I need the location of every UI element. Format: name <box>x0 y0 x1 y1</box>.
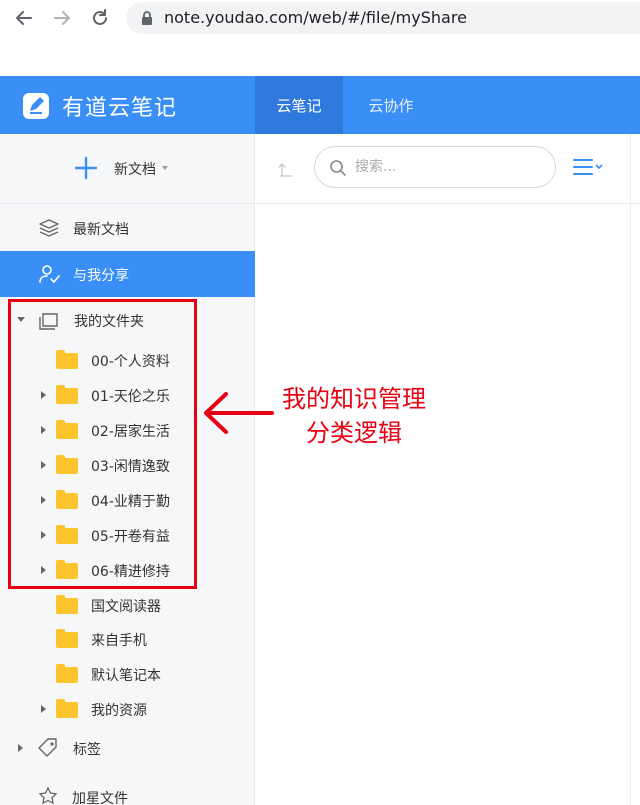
star-icon <box>38 786 58 805</box>
content-divider <box>630 134 631 805</box>
back-button[interactable] <box>10 4 38 32</box>
folder-label: 来自手机 <box>91 633 147 649</box>
annotation-line-2: 分类逻辑 <box>306 419 402 447</box>
search-input[interactable] <box>355 157 535 177</box>
folder-icon <box>56 664 78 683</box>
search-box[interactable] <box>314 146 556 188</box>
forward-button[interactable] <box>48 4 76 32</box>
annotation-arrow-icon <box>204 392 274 434</box>
tags-row[interactable]: 标签 <box>0 731 255 765</box>
starred-row[interactable]: 加星文件 <box>0 778 255 805</box>
plus-icon <box>74 156 98 180</box>
tags-label: 标签 <box>73 742 101 758</box>
folder-icon <box>56 595 78 614</box>
url-text: note.youdao.com/web/#/file/myShare <box>164 8 467 27</box>
search-icon <box>330 160 346 176</box>
upload-level-icon[interactable] <box>276 156 296 178</box>
sidebar-item-label: 与我分享 <box>73 268 129 284</box>
folder-icon <box>56 629 78 648</box>
folder-label: 默认笔记本 <box>91 668 161 684</box>
lock-icon <box>142 11 152 25</box>
annotation-line-1: 我的知识管理 <box>282 385 426 413</box>
folder-label: 国文阅读器 <box>91 599 161 615</box>
tag-icon <box>38 738 57 757</box>
folder-row[interactable]: 国文阅读器 <box>0 588 255 622</box>
chevron-right-icon[interactable] <box>41 705 46 713</box>
new-doc-label: 新文档 <box>114 162 156 178</box>
shared-user-icon <box>39 265 60 284</box>
starred-label: 加星文件 <box>72 791 128 805</box>
sidebar-item-shared[interactable]: 与我分享 <box>0 251 255 297</box>
app-title: 有道云笔记 <box>62 96 178 121</box>
folder-row[interactable]: 来自手机 <box>0 622 255 656</box>
new-doc-button[interactable]: 新文档 <box>0 134 255 204</box>
address-bar[interactable]: note.youdao.com/web/#/file/myShare <box>126 2 640 34</box>
arrow-right-icon <box>54 11 70 25</box>
layers-icon <box>39 219 59 237</box>
annotation-highlight-box <box>8 299 197 589</box>
reload-button[interactable] <box>86 4 114 32</box>
list-view-icon[interactable] <box>572 158 604 176</box>
note-logo-icon <box>23 93 49 119</box>
app-header: 有道云笔记 云笔记 云协作 <box>0 76 640 134</box>
tab-cloud-notes[interactable]: 云笔记 <box>255 76 343 134</box>
sidebar-item-recent[interactable]: 最新文档 <box>0 205 255 251</box>
folder-icon <box>56 699 78 718</box>
chevron-down-icon <box>162 166 168 170</box>
annotation-text: 我的知识管理 分类逻辑 <box>282 382 426 450</box>
folder-row[interactable]: 默认笔记本 <box>0 657 255 691</box>
arrow-left-icon <box>16 11 32 25</box>
reload-icon <box>93 9 107 25</box>
browser-toolbar: note.youdao.com/web/#/file/myShare <box>0 0 640 36</box>
sidebar-item-label: 最新文档 <box>73 222 129 238</box>
folder-row[interactable]: 我的资源 <box>0 692 255 726</box>
chevron-right-icon[interactable] <box>18 744 23 752</box>
folder-label: 我的资源 <box>91 703 147 719</box>
tab-cloud-collab[interactable]: 云协作 <box>343 76 439 134</box>
content-toolbar <box>256 134 640 204</box>
